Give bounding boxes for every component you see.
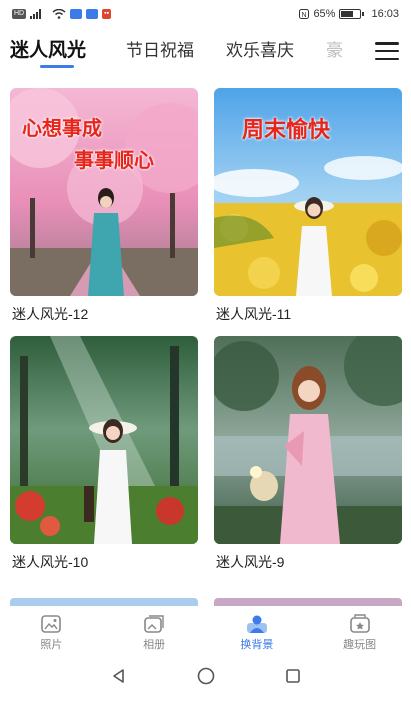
status-icons-right: N 65% 16:03 (299, 8, 399, 20)
card-title: 迷人风光-11 (216, 306, 292, 322)
hd-icon: HD (12, 9, 27, 19)
tab-holiday-blessings[interactable]: 节日祝福 (126, 36, 194, 61)
nav-label: 照片 (40, 639, 63, 651)
category-tabs: 迷人风光 节日祝福 欢乐喜庆 豪 (0, 30, 411, 70)
image-card[interactable]: 心想事成 事事顺心 迷人风光-12 (10, 88, 198, 322)
tab-indicator (40, 65, 74, 68)
card-title: 迷人风光-9 (216, 554, 285, 570)
recents-icon[interactable] (285, 668, 301, 684)
image-card[interactable]: 迷人风光-9 (214, 336, 402, 570)
status-icons-left: HD ▪▪ (12, 9, 112, 19)
overlay-text: 心想事成 (22, 116, 102, 140)
signal-icon (30, 9, 42, 19)
back-icon[interactable] (111, 668, 127, 684)
photo-icon (41, 615, 62, 633)
card-thumbnail[interactable]: 周末愉快 (214, 88, 402, 296)
nav-label: 相册 (143, 639, 166, 651)
forest-image (10, 336, 198, 544)
image-card[interactable]: 周末愉快 迷人风光-11 (214, 88, 402, 322)
card-thumbnail[interactable] (214, 336, 402, 544)
menu-icon (375, 42, 399, 45)
status-bar: HD ▪▪ N 65% 16:03 (0, 0, 411, 28)
svg-text:N: N (302, 12, 307, 19)
fun-image-icon (349, 614, 370, 633)
change-background-icon (246, 615, 267, 633)
overlay-text: 事事顺心 (74, 148, 154, 172)
battery-icon (339, 9, 365, 19)
system-nav-bar (0, 656, 411, 696)
album-icon (144, 615, 164, 633)
nav-label: 趣玩图 (343, 639, 377, 651)
card-title: 迷人风光-10 (12, 554, 89, 570)
nav-fun-images[interactable]: 趣玩图 (325, 614, 395, 652)
tab-partial[interactable]: 豪 (326, 36, 343, 61)
tab-scenery[interactable]: 迷人风光 (10, 35, 86, 62)
home-icon[interactable] (197, 667, 215, 685)
card-title: 迷人风光-12 (12, 306, 89, 322)
nav-change-background[interactable]: 换背景 (222, 614, 292, 652)
nav-label: 换背景 (240, 639, 274, 651)
lake-portrait-image (214, 336, 402, 544)
notification-badge-icon: ▪▪ (102, 9, 112, 19)
nfc-icon: N (299, 9, 310, 19)
battery-percent: 65% (313, 8, 336, 20)
app-screen: HD ▪▪ N 65% 16:03 迷人风光 节日祝福 欢乐喜庆 豪 心想事成 … (0, 0, 411, 707)
image-card[interactable]: 迷人风光-10 (10, 336, 198, 570)
overlay-text: 周末愉快 (242, 117, 331, 143)
card-thumbnail[interactable] (10, 336, 198, 544)
notification-app-icon (86, 9, 99, 19)
card-thumbnail[interactable]: 心想事成 事事顺心 (10, 88, 198, 296)
notification-app-icon (70, 9, 83, 19)
nav-album[interactable]: 相册 (119, 614, 189, 652)
wifi-icon (52, 9, 66, 19)
nav-photos[interactable]: 照片 (16, 614, 86, 652)
menu-button[interactable] (375, 42, 399, 60)
clock: 16:03 (371, 8, 399, 20)
bottom-nav: 照片 相册 换背景 趣玩图 (0, 606, 411, 656)
tab-joyful[interactable]: 欢乐喜庆 (226, 36, 294, 61)
